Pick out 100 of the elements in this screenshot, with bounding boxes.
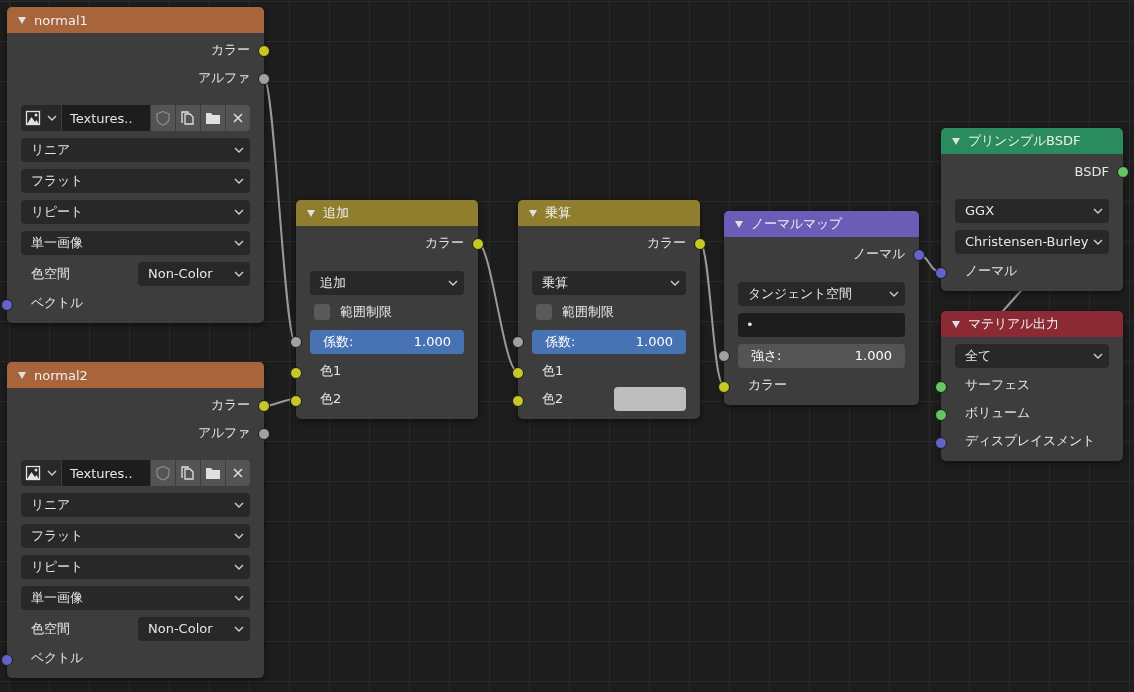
- image-name-field[interactable]: Textures..: [62, 460, 150, 486]
- node-header[interactable]: マテリアル出力: [941, 311, 1123, 337]
- caret-icon: [234, 532, 244, 539]
- caret-icon: [234, 563, 244, 570]
- socket-label: カラー: [211, 396, 250, 414]
- node-title: normal1: [34, 12, 88, 28]
- socket-dot[interactable]: [290, 367, 302, 379]
- color-swatch[interactable]: [614, 387, 686, 411]
- image-icon: [25, 465, 41, 481]
- collapse-triangle-icon[interactable]: [18, 16, 26, 24]
- dropdown-menu[interactable]: フラット: [21, 168, 250, 193]
- open-file-button[interactable]: [201, 460, 225, 486]
- dropdown-menu[interactable]: Non-Color: [138, 616, 250, 641]
- caret-icon: [1093, 207, 1103, 214]
- copy-icon: [180, 110, 196, 126]
- caret-icon: [670, 279, 680, 286]
- caret-icon: [234, 208, 244, 215]
- socket-label: ディスプレイスメント: [964, 432, 1095, 450]
- socket-dot[interactable]: [290, 395, 302, 407]
- socket-dot[interactable]: [718, 350, 730, 362]
- caret-icon: [234, 239, 244, 246]
- node-header[interactable]: normal2: [7, 362, 264, 388]
- socket-dot[interactable]: [935, 437, 947, 449]
- dropdown-menu[interactable]: 乗算: [532, 270, 686, 295]
- dropdown-menu[interactable]: リニア: [21, 137, 250, 162]
- socket-dot[interactable]: [290, 336, 302, 348]
- socket-dot[interactable]: [1, 654, 13, 666]
- image-browse-button[interactable]: [21, 105, 61, 131]
- folder-icon: [205, 110, 221, 126]
- caret-icon: [47, 470, 57, 476]
- dropdown-menu[interactable]: 全て: [955, 343, 1109, 368]
- image-browse-button[interactable]: [21, 460, 61, 486]
- collapse-triangle-icon[interactable]: [18, 371, 26, 379]
- caret-icon: [234, 501, 244, 508]
- socket-label: 色1: [319, 362, 342, 380]
- socket-label: 色1: [541, 362, 564, 380]
- unlink-button[interactable]: [226, 460, 250, 486]
- node-title: プリンシプルBSDF: [968, 132, 1081, 150]
- slider-field[interactable]: 係数: 1.000: [310, 329, 464, 354]
- node-header[interactable]: normal1: [7, 7, 264, 33]
- dropdown-menu[interactable]: リニア: [21, 492, 250, 517]
- dropdown-menu[interactable]: 追加: [310, 270, 464, 295]
- open-file-button[interactable]: [201, 105, 225, 131]
- unlink-button[interactable]: [226, 105, 250, 131]
- socket-label: ノーマル: [964, 262, 1017, 280]
- socket-dot[interactable]: [512, 395, 524, 407]
- checkbox[interactable]: [536, 304, 552, 320]
- image-name-field[interactable]: Textures..: [62, 105, 150, 131]
- folder-icon: [205, 465, 221, 481]
- caret-icon: [234, 146, 244, 153]
- shield-icon: [155, 110, 171, 126]
- socket-dot[interactable]: [512, 367, 524, 379]
- caret-icon: [234, 594, 244, 601]
- socket-dot[interactable]: [1, 299, 13, 311]
- text-field[interactable]: •: [738, 312, 905, 337]
- socket-dot[interactable]: [935, 267, 947, 279]
- node-header[interactable]: ノーマルマップ: [724, 211, 919, 237]
- collapse-triangle-icon[interactable]: [307, 209, 315, 217]
- checkbox[interactable]: [314, 304, 330, 320]
- socket-label: カラー: [747, 376, 787, 394]
- socket-dot[interactable]: [718, 381, 730, 393]
- socket-label: ボリューム: [964, 404, 1030, 422]
- dropdown-menu[interactable]: リピート: [21, 199, 250, 224]
- dropdown-menu[interactable]: 単一画像: [21, 585, 250, 610]
- socket-label: ベクトル: [30, 294, 83, 312]
- dropdown-menu[interactable]: リピート: [21, 554, 250, 579]
- property-label: 色空間: [30, 619, 71, 638]
- dropdown-menu[interactable]: Non-Color: [138, 261, 250, 286]
- slider-field[interactable]: 係数: 1.000: [532, 329, 686, 354]
- caret-icon: [448, 279, 458, 286]
- collapse-triangle-icon[interactable]: [952, 320, 960, 328]
- socket-dot[interactable]: [935, 381, 947, 393]
- dropdown-menu[interactable]: GGX: [955, 198, 1109, 223]
- dropdown-menu[interactable]: フラット: [21, 523, 250, 548]
- socket-dot[interactable]: [935, 409, 947, 421]
- socket-label: BSDF: [1074, 163, 1109, 179]
- node-title: ノーマルマップ: [751, 215, 842, 233]
- node-header[interactable]: 乗算: [518, 200, 700, 226]
- socket-label: カラー: [425, 234, 464, 252]
- number-field[interactable]: 強さ: 1.000: [738, 343, 905, 368]
- collapse-triangle-icon[interactable]: [735, 220, 743, 228]
- duplicate-button[interactable]: [176, 105, 200, 131]
- caret-icon: [234, 625, 244, 632]
- node-header[interactable]: 追加: [296, 200, 478, 226]
- collapse-triangle-icon[interactable]: [952, 137, 960, 145]
- dropdown-menu[interactable]: 単一画像: [21, 230, 250, 255]
- checkbox-label: 範囲制限: [562, 303, 614, 321]
- socket-label: アルファ: [198, 424, 250, 442]
- caret-icon: [1093, 352, 1103, 359]
- socket-dot[interactable]: [512, 336, 524, 348]
- copy-icon: [180, 465, 196, 481]
- duplicate-button[interactable]: [176, 460, 200, 486]
- socket-label: ベクトル: [30, 649, 83, 667]
- dropdown-menu[interactable]: タンジェント空間: [738, 281, 905, 306]
- caret-icon: [889, 290, 899, 297]
- node-title: 乗算: [545, 204, 571, 222]
- dropdown-menu[interactable]: Christensen-Burley: [955, 229, 1109, 254]
- node-header[interactable]: プリンシプルBSDF: [941, 128, 1123, 154]
- collapse-triangle-icon[interactable]: [529, 209, 537, 217]
- node-title: 追加: [323, 204, 349, 222]
